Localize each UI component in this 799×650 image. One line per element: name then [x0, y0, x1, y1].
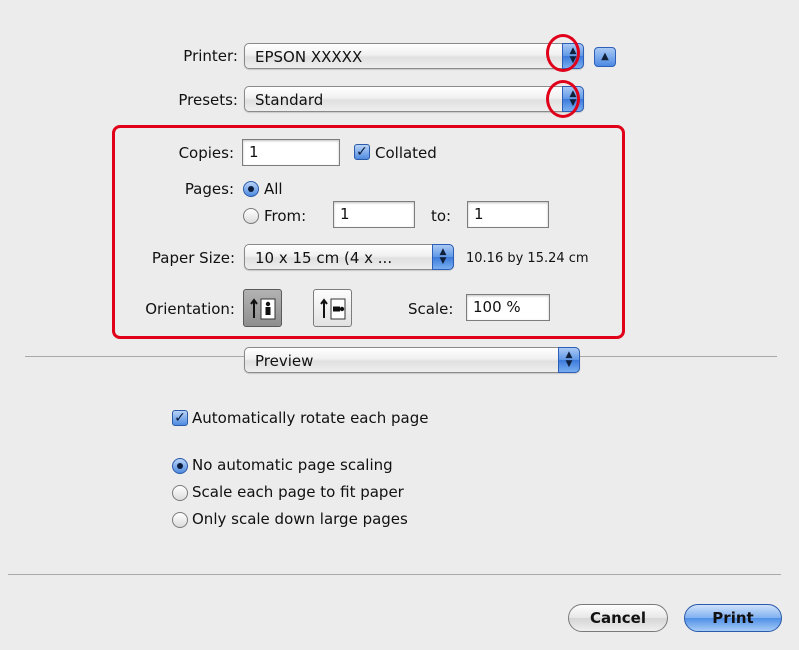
pages-from-label: From:	[264, 207, 307, 225]
printer-label: Printer:	[183, 47, 238, 65]
scale-label: Scale:	[408, 300, 454, 318]
disclosure-button[interactable]: ▲	[594, 47, 616, 67]
cancel-button[interactable]: Cancel	[568, 604, 668, 632]
paper-size-popup[interactable]: 10 x 15 cm (4 x ... ▲ ▼	[244, 244, 454, 270]
scaling-option-radio[interactable]	[172, 458, 188, 474]
paper-size-value: 10 x 15 cm (4 x ...	[255, 249, 393, 267]
presets-label: Presets:	[178, 91, 238, 109]
pages-from-radio[interactable]	[243, 208, 259, 224]
portrait-person-icon	[250, 298, 276, 320]
landscape-person-icon	[320, 298, 346, 320]
up-down-arrows-icon: ▲ ▼	[432, 244, 454, 270]
paper-dimensions: 10.16 by 15.24 cm	[466, 251, 589, 266]
collated-checkbox[interactable]: ✓	[354, 144, 370, 160]
checkmark-icon: ✓	[356, 144, 368, 160]
scaling-option-label: Only scale down large pages	[192, 510, 408, 528]
triangle-up-icon: ▲	[601, 51, 609, 62]
printer-value: EPSON XXXXX	[255, 48, 363, 66]
pages-to-field[interactable]: 1	[467, 201, 549, 228]
scaling-option-label: No automatic page scaling	[192, 456, 393, 474]
orientation-landscape-button[interactable]	[313, 289, 352, 327]
section-popup[interactable]: Preview ▲ ▼	[244, 347, 580, 373]
printer-popup[interactable]: EPSON XXXXX ▲ ▼	[244, 43, 584, 69]
auto-rotate-label: Automatically rotate each page	[192, 409, 429, 427]
scaling-option-radio[interactable]	[172, 485, 188, 501]
highlight-circle	[546, 34, 580, 72]
collated-label: Collated	[375, 144, 437, 162]
copies-field[interactable]: 1	[242, 139, 340, 166]
pages-all-radio[interactable]	[243, 181, 259, 197]
highlight-circle	[546, 80, 580, 118]
pages-to-label: to:	[431, 207, 452, 225]
checkmark-icon: ✓	[174, 410, 186, 426]
pages-from-field[interactable]: 1	[333, 201, 415, 228]
orientation-portrait-button[interactable]	[243, 289, 282, 327]
scaling-option-radio[interactable]	[172, 512, 188, 528]
orientation-label: Orientation:	[145, 300, 235, 318]
auto-rotate-checkbox[interactable]: ✓	[172, 410, 188, 426]
scale-field[interactable]: 100 %	[466, 294, 550, 321]
paper-size-label: Paper Size:	[151, 249, 235, 267]
copies-label: Copies:	[178, 144, 234, 162]
presets-value: Standard	[255, 91, 324, 109]
scaling-option-label: Scale each page to fit paper	[192, 483, 404, 501]
pages-label: Pages:	[184, 180, 234, 198]
up-down-arrows-icon: ▲ ▼	[558, 347, 580, 373]
footer-divider	[8, 574, 781, 575]
pages-all-label: All	[264, 180, 283, 198]
section-popup-value: Preview	[255, 352, 314, 370]
print-button[interactable]: Print	[684, 604, 782, 632]
presets-popup[interactable]: Standard ▲ ▼	[244, 86, 584, 112]
